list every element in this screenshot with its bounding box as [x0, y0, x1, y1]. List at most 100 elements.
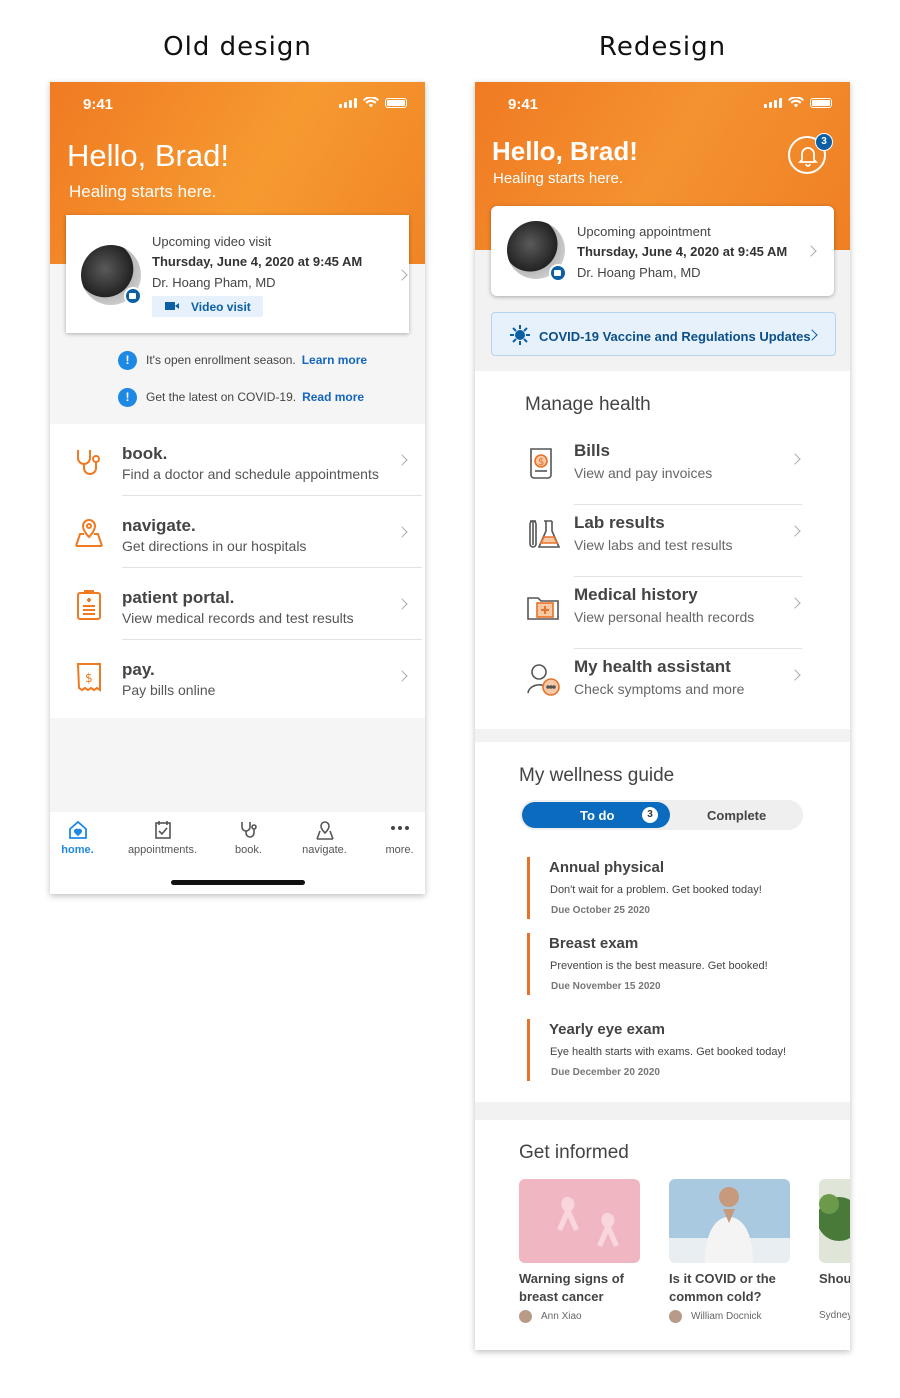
- calendar-check-icon: [154, 821, 171, 839]
- item-title: My health assistant: [574, 657, 731, 676]
- chevron-right-icon: [789, 597, 801, 609]
- notice-text: It's open enrollment season.: [146, 353, 296, 367]
- section-title: Manage health: [525, 394, 651, 415]
- item-subtitle: View labs and test results: [574, 537, 733, 553]
- tab-home[interactable]: home.: [50, 820, 115, 856]
- new-phone-screen: 9:41 Hello, Brad! Healing starts here. 3…: [475, 82, 850, 1350]
- greeting: Hello, Brad!: [492, 136, 638, 166]
- appointment-type: Upcoming appointment: [577, 224, 711, 239]
- author-avatar: [669, 1310, 682, 1323]
- appointment-datetime: Thursday, June 4, 2020 at 9:45 AM: [577, 244, 788, 259]
- covid-banner-text: COVID-19 Vaccine and Regulations Updates: [539, 329, 811, 344]
- svg-text:$: $: [538, 457, 544, 468]
- wellness-item[interactable]: Annual physical Don't wait for a problem…: [527, 857, 827, 921]
- greeting: Hello, Brad!: [67, 138, 229, 173]
- bottom-tab-bar: home. appointments. book. navigate. more…: [50, 812, 425, 894]
- upcoming-appointment-card[interactable]: Upcoming appointment Thursday, June 4, 2…: [491, 206, 834, 296]
- wellness-desc: Prevention is the best measure. Get book…: [550, 960, 768, 972]
- visit-datetime: Thursday, June 4, 2020 at 9:45 AM: [152, 254, 363, 269]
- learn-more-link[interactable]: Learn more: [302, 353, 367, 367]
- tab-navigate[interactable]: navigate.: [287, 820, 362, 856]
- tab-todo[interactable]: To do 3: [522, 802, 670, 828]
- author-name: Ann Xiao: [541, 1311, 582, 1323]
- signal-icon: [339, 98, 357, 108]
- covid-updates-banner[interactable]: COVID-19 Vaccine and Regulations Updates: [491, 312, 836, 356]
- stethoscope-icon: [240, 822, 257, 838]
- tab-label: home.: [61, 844, 94, 856]
- menu-title: navigate.: [122, 516, 196, 535]
- old-design-label: Old design: [163, 32, 312, 62]
- article-author: Ann Xiao: [519, 1310, 582, 1323]
- notice-text: Get the latest on COVID-19.: [146, 390, 297, 404]
- menu-item-pay[interactable]: $ pay. Pay bills online: [50, 640, 425, 712]
- stethoscope-icon: [77, 450, 100, 475]
- section-title: Get informed: [519, 1142, 629, 1163]
- home-indicator[interactable]: [171, 880, 305, 885]
- tab-appointments[interactable]: appointments.: [125, 820, 200, 856]
- map-pin-icon: [75, 518, 103, 547]
- chevron-right-icon: [789, 453, 801, 465]
- chevron-right-icon: [805, 245, 817, 257]
- article-image: [669, 1179, 790, 1263]
- manage-item-lab-results[interactable]: Lab results View labs and test results: [475, 505, 850, 577]
- article-card[interactable]: Shou diet s Sydney: [819, 1179, 850, 1339]
- svg-text:$: $: [85, 671, 93, 685]
- menu-item-patient-portal[interactable]: patient portal. View medical records and…: [50, 568, 425, 640]
- chevron-right-icon: [396, 598, 408, 610]
- status-bar: 9:41: [475, 82, 850, 126]
- author-name: Sydney: [819, 1310, 850, 1321]
- article-image: [519, 1179, 640, 1263]
- wellness-segmented-control: To do 3 Complete: [520, 800, 803, 830]
- menu-item-navigate[interactable]: navigate. Get directions in our hospital…: [50, 496, 425, 568]
- item-title: Bills: [574, 441, 610, 460]
- info-icon: !: [118, 351, 137, 370]
- accent-bar: [527, 857, 530, 919]
- accent-bar: [527, 1019, 530, 1081]
- tab-label: To do: [580, 808, 615, 823]
- article-card[interactable]: Warning signs of breast cancer Ann Xiao: [519, 1179, 640, 1339]
- lab-flask-icon: [529, 520, 561, 548]
- main-menu: book. Find a doctor and schedule appoint…: [50, 424, 425, 718]
- menu-item-book[interactable]: book. Find a doctor and schedule appoint…: [50, 424, 425, 496]
- article-title: Warning signs of breast cancer: [519, 1271, 624, 1304]
- section-title: My wellness guide: [519, 765, 675, 786]
- accent-bar: [527, 933, 530, 995]
- chevron-right-icon: [396, 454, 408, 466]
- tab-more[interactable]: more.: [362, 820, 425, 856]
- medical-folder-icon: [527, 597, 559, 620]
- tab-label: more.: [385, 844, 414, 856]
- article-image: [819, 1179, 850, 1263]
- tab-book[interactable]: book.: [211, 820, 286, 856]
- info-icon: !: [118, 388, 137, 407]
- visit-type: Upcoming video visit: [152, 234, 272, 249]
- menu-subtitle: Get directions in our hospitals: [122, 538, 307, 554]
- video-visit-button[interactable]: Video visit: [152, 296, 263, 317]
- wellness-due: Due December 20 2020: [551, 1067, 660, 1078]
- old-phone-screen: 9:41 Hello, Brad! Healing starts here. U…: [50, 82, 425, 894]
- menu-subtitle: View medical records and test results: [122, 610, 354, 626]
- menu-title: book.: [122, 444, 168, 463]
- status-time: 9:41: [508, 96, 539, 113]
- chevron-right-icon: [789, 525, 801, 537]
- upcoming-visit-card[interactable]: Upcoming video visit Thursday, June 4, 2…: [66, 215, 409, 333]
- article-author: Sydney: [819, 1310, 850, 1321]
- menu-subtitle: Pay bills online: [122, 682, 216, 698]
- author-name: William Docnick: [691, 1311, 762, 1323]
- read-more-link[interactable]: Read more: [302, 390, 364, 404]
- wellness-item[interactable]: Yearly eye exam Eye health starts with e…: [527, 1019, 827, 1083]
- manage-item-bills[interactable]: $ Bills View and pay invoices: [475, 433, 850, 505]
- item-subtitle: View personal health records: [574, 609, 755, 625]
- wellness-title: Breast exam: [549, 935, 639, 952]
- manage-item-health-assistant[interactable]: My health assistant Check symptoms and m…: [475, 649, 850, 721]
- wifi-icon: [363, 97, 379, 108]
- tab-complete[interactable]: Complete: [707, 808, 766, 823]
- todo-count-badge: 3: [642, 807, 658, 823]
- tagline: Healing starts here.: [493, 170, 624, 187]
- article-card[interactable]: Is it COVID or the common cold? William …: [669, 1179, 790, 1339]
- item-title: Lab results: [574, 513, 665, 532]
- wellness-item[interactable]: Breast exam Prevention is the best measu…: [527, 933, 827, 997]
- bill-icon: $: [530, 448, 552, 479]
- wellness-title: Annual physical: [549, 859, 665, 876]
- chevron-right-icon: [789, 669, 801, 681]
- manage-item-medical-history[interactable]: Medical history View personal health rec…: [475, 577, 850, 649]
